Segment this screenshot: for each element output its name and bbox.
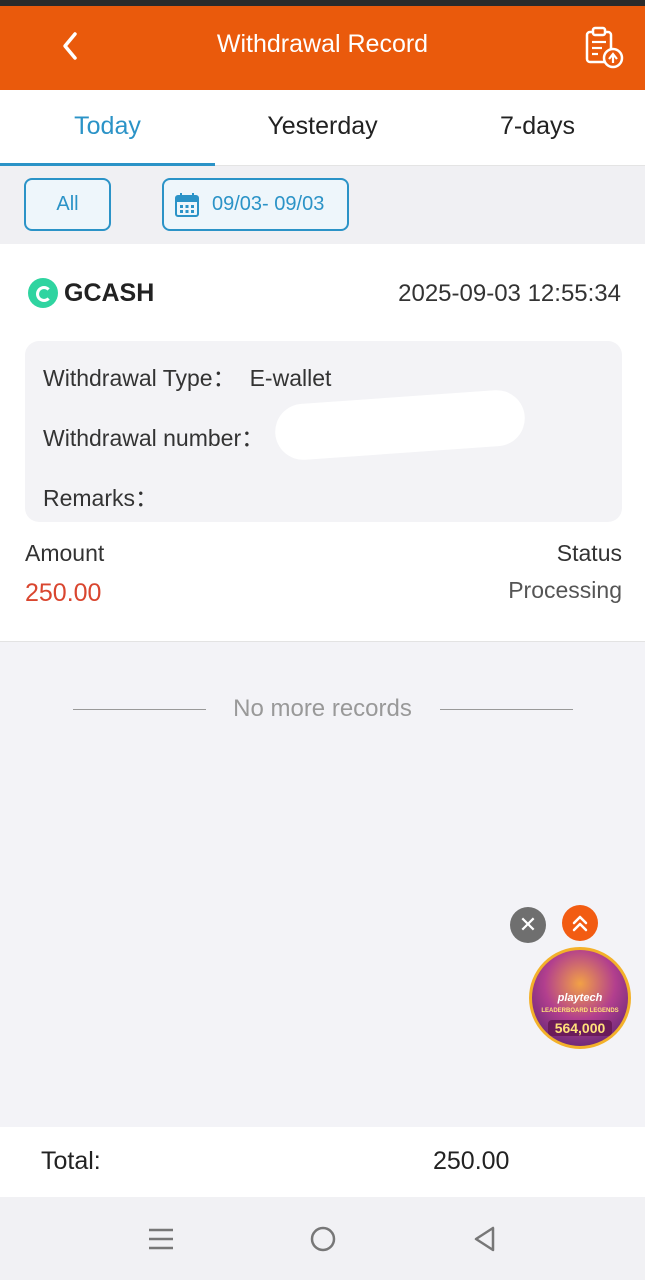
- tab-7-days[interactable]: 7-days: [430, 90, 645, 166]
- amount-value: 250.00: [25, 579, 102, 607]
- calendar-icon: [175, 192, 199, 217]
- total-bar: Total: 250.00: [0, 1127, 645, 1197]
- filter-all-button[interactable]: All: [24, 178, 111, 231]
- double-chevron-up-icon: [572, 915, 588, 932]
- menu-icon: [149, 1228, 173, 1250]
- total-value: 250.00: [433, 1147, 510, 1175]
- status-value: Processing: [508, 577, 622, 603]
- withdrawal-type-row: Withdrawal Type： E-wallet: [43, 359, 331, 393]
- period-tabs: Today Yesterday 7-days: [0, 90, 645, 166]
- gcash-logo-icon: [28, 278, 58, 308]
- header-bar: Withdrawal Record: [0, 6, 645, 90]
- status-label: Status: [556, 540, 622, 566]
- divider-right: [440, 709, 573, 710]
- list-end-indicator: No more records: [0, 692, 645, 726]
- system-nav-bar: [0, 1197, 645, 1280]
- promo-amount: 564,000: [548, 1020, 612, 1036]
- total-label: Total:: [41, 1147, 101, 1175]
- close-promo-button[interactable]: ✕: [510, 907, 546, 943]
- home-icon: [310, 1226, 336, 1252]
- record-button[interactable]: [580, 24, 628, 72]
- withdrawal-type-value: E-wallet: [249, 365, 332, 391]
- remarks-row: Remarks：: [43, 479, 158, 513]
- back-icon: [474, 1226, 495, 1252]
- amount-label: Amount: [25, 540, 105, 566]
- filter-bar: All 09/03- 09/03: [0, 166, 645, 244]
- promo-subtitle: LEADERBOARD LEGENDS: [541, 1008, 619, 1014]
- promo-brand: playtech: [557, 992, 603, 1004]
- withdrawal-number-row: Withdrawal number：: [43, 419, 264, 453]
- scroll-top-button[interactable]: [562, 905, 598, 941]
- record-datetime: 2025-09-03 12:55:34: [398, 280, 621, 307]
- provider-name: GCASH: [64, 278, 155, 307]
- nav-menu-button[interactable]: [145, 1223, 177, 1255]
- nav-home-button[interactable]: [307, 1223, 339, 1255]
- page-title: Withdrawal Record: [216, 30, 429, 58]
- provider: GCASH: [28, 278, 154, 308]
- remarks-label: Remarks：: [43, 485, 159, 511]
- withdrawal-type-label: Withdrawal Type：: [43, 365, 236, 391]
- tab-today[interactable]: Today: [0, 90, 215, 166]
- record-details: Withdrawal Type： E-wallet Withdrawal numb…: [25, 341, 622, 522]
- redacted-withdrawal-number: [273, 388, 527, 462]
- withdrawal-record-card[interactable]: GCASH 2025-09-03 12:55:34 Withdrawal Typ…: [0, 244, 645, 642]
- withdrawal-number-label: Withdrawal number：: [43, 425, 265, 451]
- clipboard-upload-icon: [585, 26, 624, 69]
- promo-badge[interactable]: playtech LEADERBOARD LEGENDS 564,000: [529, 947, 631, 1049]
- tab-yesterday[interactable]: Yesterday: [215, 90, 430, 166]
- nav-back-button[interactable]: [469, 1223, 501, 1255]
- date-range-label: 09/03- 09/03: [212, 193, 325, 215]
- date-range-button[interactable]: 09/03- 09/03: [162, 178, 349, 231]
